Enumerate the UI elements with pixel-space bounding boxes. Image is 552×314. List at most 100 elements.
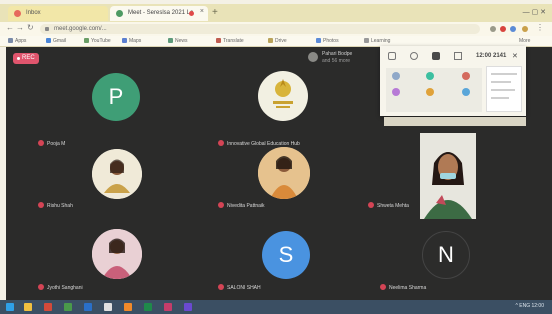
avatar xyxy=(462,72,470,80)
app-icon[interactable] xyxy=(104,303,112,311)
bookmark-item[interactable]: Gmail xyxy=(46,38,66,44)
grid-icon[interactable] xyxy=(388,52,396,60)
bookmark-item[interactable]: More xyxy=(512,38,530,44)
profile-photo xyxy=(92,149,142,199)
app-icon[interactable] xyxy=(144,303,152,311)
url-text: meet.google.com/... xyxy=(54,26,107,32)
mic-off-icon xyxy=(380,284,386,290)
menu-line xyxy=(491,73,517,75)
avatar xyxy=(462,88,470,96)
tab-title: Inbox xyxy=(26,10,41,16)
address-bar: ← → ↻ meet.google.com/... ⋮ xyxy=(0,22,552,36)
avatar xyxy=(392,88,400,96)
app-icon[interactable] xyxy=(84,303,92,311)
close-icon[interactable]: ✕ xyxy=(512,52,520,60)
menu-line xyxy=(491,89,515,91)
app-icon[interactable] xyxy=(44,303,52,311)
avatar xyxy=(258,147,310,199)
bookmark-item[interactable]: Translate xyxy=(216,38,244,44)
bookmark-item[interactable]: Drive xyxy=(268,38,287,44)
mic-off-icon xyxy=(38,202,44,208)
tab-meet[interactable]: Meet - Sereslsa 2021 Le × xyxy=(110,6,208,21)
mic-off-icon xyxy=(218,202,224,208)
mic-off-icon xyxy=(38,284,44,290)
reload-icon[interactable]: ↻ xyxy=(27,23,34,32)
participant-name: Jyothi Sanghani xyxy=(38,284,83,291)
participant-tile[interactable]: Jyothi Sanghani xyxy=(36,223,176,293)
bookmark-item[interactable]: Photos xyxy=(316,38,339,44)
avatar: N xyxy=(422,231,470,279)
avatar: S xyxy=(262,231,310,279)
profile-photo xyxy=(92,229,142,279)
extension-icon[interactable] xyxy=(500,26,506,32)
profile-photo xyxy=(258,147,310,199)
menu-icon[interactable]: ⋮ xyxy=(536,23,544,32)
tab-title: Meet - Sereslsa 2021 Le xyxy=(128,10,194,16)
url-field[interactable]: meet.google.com/... xyxy=(40,24,480,34)
participant-name: Neelima Sharma xyxy=(380,284,426,291)
avatar xyxy=(92,229,142,279)
app-icon[interactable] xyxy=(64,303,72,311)
menu-line xyxy=(491,81,511,83)
mic-off-icon xyxy=(218,284,224,290)
bookmark-item[interactable]: News xyxy=(168,38,188,44)
mic-off-icon xyxy=(368,202,374,208)
avatar xyxy=(258,71,308,121)
chrome-icon[interactable] xyxy=(164,303,172,311)
system-tray[interactable]: ^ ENG 12:00 xyxy=(516,303,544,309)
gmail-icon xyxy=(14,10,21,17)
file-explorer-icon[interactable] xyxy=(24,303,32,311)
menu-line xyxy=(491,97,509,99)
taskbar: ^ ENG 12:00 xyxy=(0,300,552,314)
avatar xyxy=(426,72,434,80)
back-icon[interactable]: ← xyxy=(6,23,14,32)
app-icon[interactable] xyxy=(184,303,192,311)
bookmark-item[interactable]: YouTube xyxy=(84,38,111,44)
organization-logo xyxy=(273,79,293,108)
host-sub: and 56 more xyxy=(322,58,351,64)
bookmark-item[interactable]: Apps xyxy=(8,38,26,44)
host-name: Pahari Bodpe xyxy=(322,51,353,57)
self-video xyxy=(420,133,476,219)
avatar: P xyxy=(92,73,140,121)
tab-bar: Inbox Meet - Sereslsa 2021 Le × + — ▢ ✕ xyxy=(0,4,552,22)
participant-tile[interactable]: N Neelima Sharma xyxy=(378,223,528,293)
participant-name: SALONI SHAH xyxy=(218,284,261,291)
avatar xyxy=(308,52,318,62)
app-icon[interactable] xyxy=(124,303,132,311)
overlay-menu[interactable] xyxy=(486,66,522,112)
participant-name: Shweta Mehta xyxy=(368,202,409,209)
avatar xyxy=(426,88,434,96)
participant-tile[interactable]: Innovative Global Education Hub xyxy=(206,67,356,147)
screen: Inbox Meet - Sereslsa 2021 Le × + — ▢ ✕ … xyxy=(0,0,552,314)
forward-icon[interactable]: → xyxy=(16,23,24,32)
new-tab-button[interactable]: + xyxy=(212,7,218,18)
present-icon[interactable] xyxy=(432,52,440,60)
captions-icon[interactable] xyxy=(454,52,462,60)
recording-icon xyxy=(189,11,194,16)
avatar xyxy=(392,72,400,80)
start-icon[interactable] xyxy=(6,303,14,311)
close-icon[interactable]: × xyxy=(200,8,204,15)
host-info: Pahari Bodpe and 56 more xyxy=(308,50,388,66)
participant-tile[interactable]: Nivedita Pattnaik xyxy=(206,143,356,209)
bookmark-item[interactable]: Learning xyxy=(364,38,390,44)
window-controls[interactable]: — ▢ ✕ xyxy=(523,8,546,16)
mini-participant-grid xyxy=(386,68,482,112)
participant-name: Nivedita Pattnaik xyxy=(218,202,265,209)
participant-tile[interactable]: S SALONI SHAH xyxy=(206,223,356,293)
tab-inbox[interactable]: Inbox xyxy=(8,6,108,21)
meet-icon xyxy=(116,10,123,17)
bookmark-item[interactable]: Maps xyxy=(122,38,141,44)
participant-tile[interactable]: Rishu Shah xyxy=(36,143,176,209)
self-view[interactable] xyxy=(420,133,476,219)
recording-badge: REC xyxy=(13,53,39,64)
lock-icon xyxy=(45,27,49,31)
profile-avatar[interactable] xyxy=(522,26,528,32)
participant-tile[interactable]: P Pooja M xyxy=(36,67,176,147)
extension-icon[interactable] xyxy=(490,26,496,32)
participant-name: Rishu Shah xyxy=(38,202,73,209)
extension-icon[interactable] xyxy=(510,26,516,32)
camera-icon[interactable] xyxy=(410,52,418,60)
avatar xyxy=(92,149,142,199)
